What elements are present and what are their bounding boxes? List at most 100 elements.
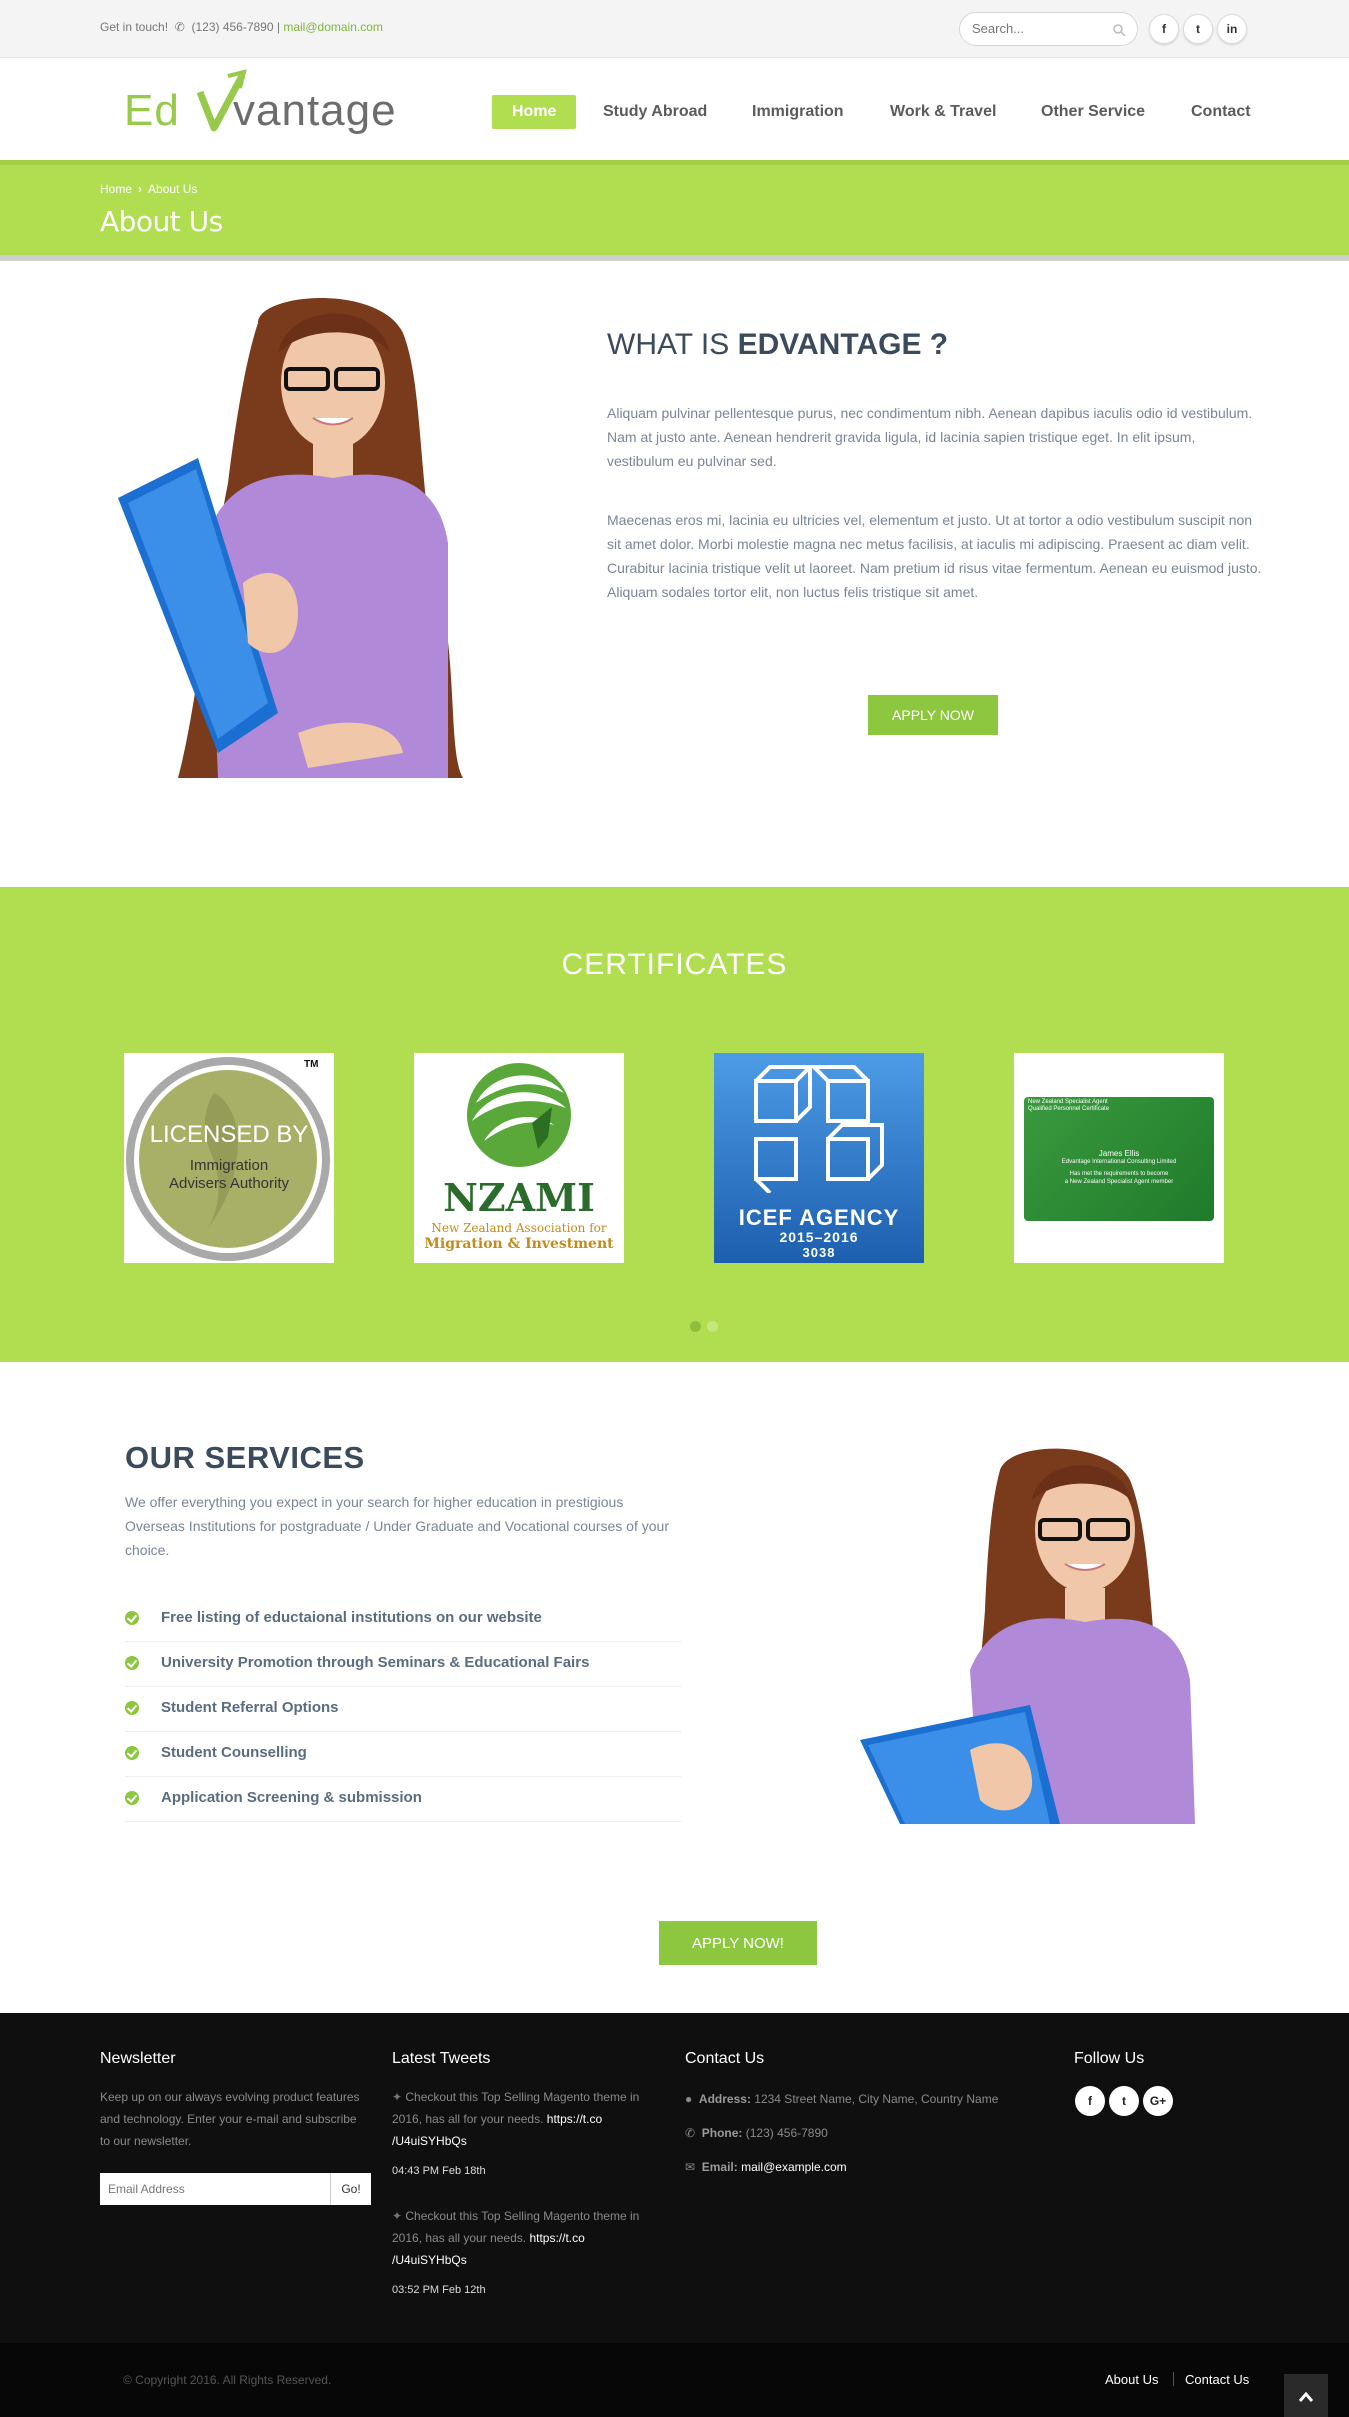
search-icon[interactable]: [1112, 23, 1126, 37]
nzsa-line1: Has met the requirements to become: [1069, 1171, 1169, 1177]
service-item-label: Free listing of eductaional institutions…: [161, 1609, 542, 1626]
service-item-label: Student Referral Options: [161, 1699, 339, 1716]
certificate-nzami[interactable]: NZAMI New Zealand Association for Migrat…: [414, 1053, 624, 1263]
breadcrumb-current: About Us: [148, 182, 198, 196]
twitter-bird-icon: ✦: [392, 2090, 406, 2104]
newsletter-go-button[interactable]: Go!: [330, 2173, 371, 2205]
apply-now-button[interactable]: APPLY NOW: [868, 695, 998, 735]
footer: Newsletter Keep up on our always evolvin…: [0, 2013, 1349, 2343]
facebook-icon[interactable]: f: [1075, 2086, 1105, 2116]
breadcrumb: Home › About Us: [100, 182, 197, 196]
tweet-1-link-2[interactable]: /U4uiSYHbQs: [392, 2134, 467, 2148]
about-heading-prefix: WHAT IS: [607, 328, 738, 361]
tweet-2-link-2[interactable]: /U4uiSYHbQs: [392, 2253, 467, 2267]
email-label: Email:: [701, 2160, 738, 2174]
footer-link-contact-us[interactable]: Contact Us: [1185, 2372, 1249, 2387]
iaa-line1: LICENSED BY: [149, 1121, 309, 1148]
certificate-iaa[interactable]: TM LICENSED BY Immigration Advisers Auth…: [124, 1053, 334, 1263]
services-list: Free listing of eductaional institutions…: [125, 1597, 681, 1822]
carousel-dot-1[interactable]: [690, 1321, 701, 1332]
about-paragraph-2: Maecenas eros mi, lacinia eu ultricies v…: [607, 512, 1262, 600]
apply-now-button-2[interactable]: APPLY NOW!: [659, 1921, 817, 1965]
tweet-2-link[interactable]: https://t.co: [529, 2231, 584, 2245]
nav-contact[interactable]: Contact: [1191, 95, 1251, 129]
check-circle-icon: [125, 1611, 139, 1625]
certificate-icef[interactable]: ICEF AGENCY 2015–2016 3038: [714, 1053, 924, 1263]
about-heading-bold: EDVANTAGE ?: [737, 328, 949, 361]
check-circle-icon: [125, 1791, 139, 1805]
chevron-right-icon: ›: [138, 182, 143, 196]
title-band-shadow: [0, 255, 1349, 261]
nav-immigration[interactable]: Immigration: [752, 95, 844, 129]
nzsa-header-2: Qualified Personnel Certificate: [1028, 1106, 1110, 1112]
top-email-link[interactable]: mail@domain.com: [283, 20, 383, 34]
footer-link-about-us[interactable]: About Us: [1105, 2372, 1158, 2387]
student-girl-image-2: [860, 1448, 1195, 1824]
tweet-2-text: Checkout this Top Selling Magento theme …: [392, 2209, 640, 2245]
search-input[interactable]: [972, 21, 1112, 36]
email-value[interactable]: mail@example.com: [741, 2160, 847, 2174]
nav-work-travel[interactable]: Work & Travel: [890, 95, 996, 129]
chevron-up-icon: [1298, 2391, 1314, 2402]
about-paragraph-1: Aliquam pulvinar pellentesque purus, nec…: [607, 405, 1253, 469]
top-phone: (123) 456-7890: [191, 20, 274, 34]
services-heading: OUR SERVICES: [125, 1440, 365, 1475]
copyright-text: © Copyright 2016. All Rights Reserved.: [123, 2373, 332, 2387]
carousel-dot-2[interactable]: [707, 1321, 718, 1332]
phone-icon: ✆: [171, 20, 189, 34]
tweet-1: ✦ Checkout this Top Selling Magento them…: [392, 2086, 667, 2152]
breadcrumb-home[interactable]: Home: [100, 182, 132, 196]
site-logo[interactable]: Ed vantage: [120, 68, 396, 144]
top-bar: Get in touch! ✆ (123) 456-7890 | mail@do…: [0, 0, 1349, 58]
twitter-icon[interactable]: t: [1109, 2086, 1139, 2116]
contact-email: ✉ Email: mail@example.com: [685, 2156, 1065, 2178]
facebook-icon[interactable]: f: [1149, 14, 1179, 44]
tweet-1-link[interactable]: https://t.co: [547, 2112, 602, 2126]
phone-icon: ✆: [685, 2126, 702, 2140]
phone-value: (123) 456-7890: [745, 2126, 828, 2140]
icef-years: 2015–2016: [779, 1229, 859, 1245]
nav-study-abroad[interactable]: Study Abroad: [603, 95, 707, 129]
twitter-icon[interactable]: t: [1183, 14, 1213, 44]
newsletter-email-input[interactable]: [100, 2173, 330, 2205]
logo-text-vantage: vantage: [233, 86, 397, 135]
check-circle-icon: [125, 1701, 139, 1715]
page-title: About Us: [100, 205, 223, 238]
tweet-1-text: Checkout this Top Selling Magento theme …: [392, 2090, 640, 2126]
nav-home[interactable]: Home: [492, 95, 577, 129]
twitter-bird-icon: ✦: [392, 2209, 406, 2223]
newsletter-text: Keep up on our always evolving product f…: [100, 2090, 360, 2148]
nzsa-header-1: New Zealand Specialist Agent: [1028, 1099, 1108, 1105]
nzsa-person: James Ellis: [1098, 1149, 1140, 1158]
scroll-to-top-button[interactable]: [1284, 2374, 1328, 2417]
copyright-bar: © Copyright 2016. All Rights Reserved. A…: [0, 2343, 1349, 2417]
google-plus-icon[interactable]: G+: [1143, 2086, 1173, 2116]
address-value: 1234 Street Name, City Name, Country Nam…: [754, 2092, 999, 2106]
check-circle-icon: [125, 1746, 139, 1760]
icef-cubes-icon: [754, 1065, 884, 1195]
nzami-sub2: Migration & Investment: [424, 1236, 614, 1252]
linkedin-icon[interactable]: in: [1217, 14, 1247, 44]
student-girl-image: [118, 298, 463, 778]
follow-title: Follow Us: [1074, 2050, 1145, 2067]
top-contact-info: Get in touch! ✆ (123) 456-7890 | mail@do…: [100, 20, 383, 34]
search-box: [959, 12, 1138, 46]
tweets-title: Latest Tweets: [392, 2050, 491, 2067]
about-heading: WHAT IS EDVANTAGE ?: [607, 328, 948, 362]
iaa-line2: Immigration: [189, 1157, 269, 1174]
service-item-label: Student Counselling: [161, 1744, 307, 1761]
list-item: Free listing of eductaional institutions…: [125, 1597, 681, 1642]
tweet-2-time: 03:52 PM Feb 12th: [392, 2284, 486, 2296]
tweet-2: ✦ Checkout this Top Selling Magento them…: [392, 2205, 667, 2271]
contact-title: Contact Us: [685, 2050, 765, 2067]
icef-name: ICEF AGENCY: [738, 1205, 900, 1230]
footer-link-divider: [1173, 2372, 1174, 2386]
nav-other-service[interactable]: Other Service: [1041, 95, 1145, 129]
tweet-1-time: 04:43 PM Feb 18th: [392, 2165, 486, 2177]
contact-address: ● Address: 1234 Street Name, City Name, …: [685, 2088, 1065, 2110]
services-intro: We offer everything you expect in your s…: [125, 1494, 669, 1558]
list-item: Application Screening & submission: [125, 1777, 681, 1822]
address-label: Address:: [698, 2092, 751, 2106]
list-item: University Promotion through Seminars & …: [125, 1642, 681, 1687]
certificate-nz-specialist-agent[interactable]: New Zealand Specialist Agent Qualified P…: [1014, 1053, 1224, 1263]
